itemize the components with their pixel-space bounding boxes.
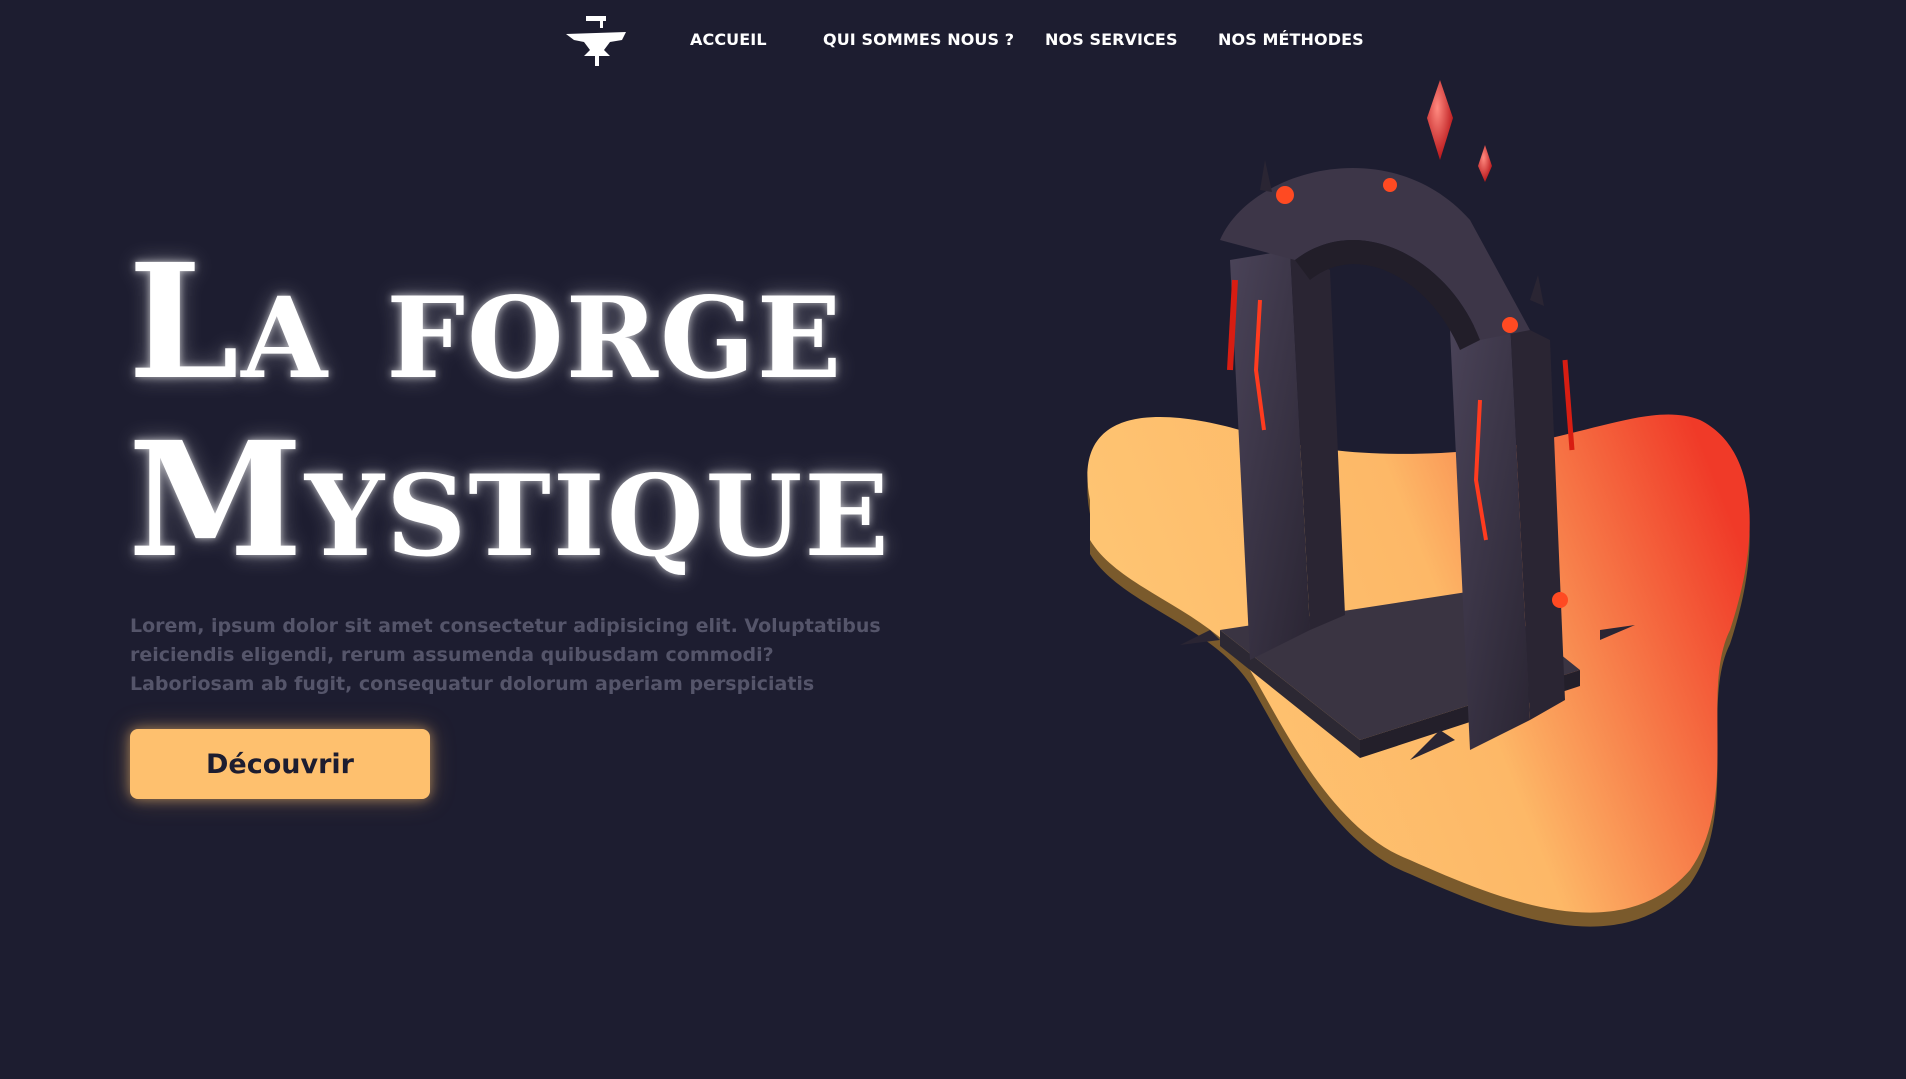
hero-title-line-2: Mystique — [128, 408, 891, 593]
hero-title: La forge Mystique — [128, 234, 891, 590]
nav-link-nos-methodes[interactable]: NOS MÉTHODES — [1218, 30, 1364, 49]
anvil-logo-icon[interactable] — [564, 14, 630, 68]
nav-link-qui-sommes-nous[interactable]: QUI SOMMES NOUS ? — [823, 30, 1014, 49]
nav-link-nos-services[interactable]: NOS SERVICES — [1045, 30, 1178, 49]
top-navigation: ACCUEIL QUI SOMMES NOUS ? NOS SERVICES N… — [0, 0, 1906, 80]
hero-title-line-1: La forge — [128, 230, 844, 415]
landing-page: ACCUEIL QUI SOMMES NOUS ? NOS SERVICES N… — [0, 0, 1906, 1079]
portal-illustration — [1060, 70, 1780, 930]
decouvrir-button[interactable]: Découvrir — [130, 729, 430, 799]
nav-link-accueil[interactable]: ACCUEIL — [690, 30, 767, 49]
hero-description: Lorem, ipsum dolor sit amet consectetur … — [130, 615, 881, 695]
